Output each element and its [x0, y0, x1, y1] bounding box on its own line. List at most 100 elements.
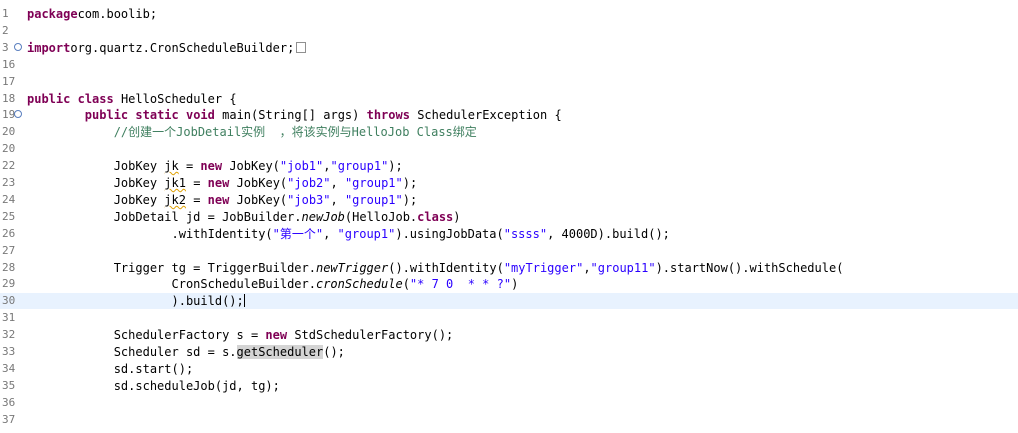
code-line[interactable]: 35 sd.scheduleJob(jd, tg); [0, 378, 1018, 394]
code-line[interactable]: 17 [0, 74, 1018, 90]
code-token: ).startNow().withSchedule( [655, 260, 844, 275]
code-token: "ssss" [503, 226, 548, 241]
code-line[interactable]: 34 sd.start(); [0, 361, 1018, 377]
code-line[interactable]: 2 [0, 23, 1018, 39]
code-token: , 4000D).build(); [547, 226, 670, 241]
code-line[interactable]: 36 [0, 395, 1018, 411]
code-token: = [185, 192, 208, 207]
code-token: ) [453, 209, 461, 224]
code-token: "group11" [590, 260, 656, 275]
code-token: JobKey [27, 159, 165, 174]
code-token: (); [323, 345, 345, 359]
code-text: importorg.quartz.CronScheduleBuilder; [27, 40, 307, 56]
line-number: 23 [2, 176, 16, 189]
code-token: JobKey( [222, 159, 280, 174]
code-line[interactable]: 20 //创建一个JobDetail实例 ，将该实例与HelloJob Clas… [0, 124, 1018, 140]
code-token: "group1" [344, 192, 403, 207]
code-token: sd.scheduleJob(jd, tg); [27, 378, 280, 393]
code-token: JobKey( [229, 176, 288, 190]
code-token: jk2 [164, 192, 186, 207]
code-text: Scheduler sd = s.getScheduler(); [27, 344, 345, 360]
expand-fold-icon[interactable] [14, 42, 22, 51]
line-number: 28 [2, 260, 16, 274]
code-line[interactable]: 23 JobKey jk1 = new JobKey("job2", "grou… [0, 175, 1018, 191]
code-token: ( [402, 277, 410, 292]
text-caret [243, 294, 245, 308]
line-number: 1 [2, 7, 9, 20]
code-text: sd.start(); [27, 361, 193, 377]
code-token: new [200, 159, 223, 174]
code-line[interactable]: 27 [0, 243, 1018, 259]
line-number: 27 [2, 243, 16, 257]
code-line[interactable]: 25 JobDetail jd = JobBuilder.newJob(Hell… [0, 209, 1018, 225]
code-token: ) [511, 277, 519, 292]
code-line[interactable]: 24 JobKey jk2 = new JobKey("job3", "grou… [0, 192, 1018, 208]
line-number: 24 [2, 192, 16, 206]
line-number: 19 [2, 108, 16, 122]
line-number: 32 [2, 328, 16, 342]
code-token: ); [402, 192, 418, 207]
code-token: Trigger tg = TriggerBuilder. [27, 260, 316, 275]
code-text: //创建一个JobDetail实例 ，将该实例与HelloJob Class绑定 [27, 124, 477, 140]
code-line[interactable]: 28 Trigger tg = TriggerBuilder.newTrigge… [0, 260, 1018, 276]
code-line[interactable]: 32 SchedulerFactory s = new StdScheduler… [0, 327, 1018, 343]
line-number: 17 [2, 74, 16, 88]
line-number: 25 [2, 209, 16, 223]
line-number: 31 [2, 311, 16, 325]
code-token: .withIdentity( [27, 226, 273, 241]
code-text: Trigger tg = TriggerBuilder.newTrigger()… [27, 260, 844, 276]
line-number: 34 [2, 361, 16, 375]
line-number: 30 [2, 294, 16, 308]
code-line[interactable]: 30 ).build(); [0, 293, 1018, 310]
code-line[interactable]: 33 Scheduler sd = s.getScheduler(); [0, 344, 1018, 360]
line-number: 18 [2, 91, 16, 105]
code-token: , [323, 159, 331, 174]
code-text: CronScheduleBuilder.cronSchedule("* 7 0 … [27, 276, 518, 292]
line-number: 16 [2, 57, 16, 71]
code-line[interactable]: 22 JobKey jk = new JobKey("job1","group1… [0, 158, 1018, 174]
code-token: "* 7 0 * * ?" [409, 277, 512, 292]
code-line[interactable]: 20 [0, 141, 1018, 157]
code-line[interactable]: 26 .withIdentity("第一个", "group1").usingJ… [0, 226, 1018, 242]
code-token: ); [388, 159, 403, 174]
code-line[interactable]: 37 [0, 412, 1018, 428]
line-number: 35 [2, 378, 16, 392]
line-number: 33 [2, 345, 16, 358]
code-token: = [178, 159, 201, 174]
code-line[interactable]: 18 public class HelloScheduler { [0, 91, 1018, 107]
code-line[interactable]: 19 public static void main(String[] args… [0, 107, 1018, 123]
code-token: public [27, 91, 71, 106]
line-number: 36 [2, 395, 16, 409]
code-token: org.quartz.CronScheduleBuilder; [70, 40, 295, 55]
code-token: package [27, 7, 78, 21]
code-token: static [135, 108, 179, 123]
code-token: new [265, 328, 288, 343]
code-token: ).usingJobData( [395, 226, 504, 241]
line-number: 3 [2, 40, 9, 54]
code-line[interactable]: 1 packagecom.boolib; [0, 6, 1018, 22]
code-token: "job2" [287, 176, 331, 190]
code-token: "第一个" [272, 226, 324, 241]
code-token: class [417, 209, 454, 224]
code-token: jk1 [164, 176, 186, 190]
code-token: "myTrigger" [503, 260, 584, 275]
code-line[interactable]: 16 [0, 57, 1018, 73]
code-token: "job3" [287, 192, 331, 207]
code-line[interactable]: 3 importorg.quartz.CronScheduleBuilder; [0, 40, 1018, 56]
line-number: 26 [2, 226, 16, 240]
code-line[interactable]: 29 CronScheduleBuilder.cronSchedule("* 7… [0, 276, 1018, 292]
code-token: CronScheduleBuilder. [27, 277, 316, 292]
code-editor[interactable]: 1 packagecom.boolib; 2 3 importorg.quartz.Cr… [0, 0, 1018, 433]
code-token: "group1" [344, 176, 403, 190]
code-token: HelloScheduler { [113, 91, 237, 106]
code-text: sd.scheduleJob(jd, tg); [27, 378, 280, 394]
code-token: , [330, 192, 345, 207]
code-line[interactable]: 31 [0, 310, 1018, 326]
line-number: 20 [2, 125, 16, 139]
code-token: StdSchedulerFactory(); [287, 328, 454, 343]
code-token: throws [366, 108, 410, 123]
folded-imports-icon[interactable] [296, 41, 307, 53]
